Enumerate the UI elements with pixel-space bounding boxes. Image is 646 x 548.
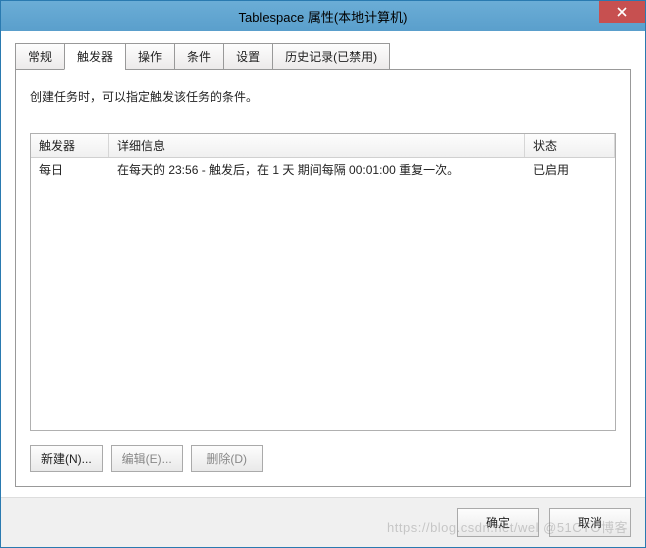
tab-actions[interactable]: 操作 bbox=[125, 43, 175, 70]
properties-window: Tablespace 属性(本地计算机) 常规 触发器 操作 条件 设置 历史记… bbox=[0, 0, 646, 548]
dialog-footer: 确定 取消 bbox=[1, 497, 645, 547]
cell-detail: 在每天的 23:56 - 触发后，在 1 天 期间每隔 00:01:00 重复一… bbox=[109, 158, 525, 181]
action-row: 新建(N)... 编辑(E)... 删除(D) bbox=[30, 445, 616, 472]
tab-settings[interactable]: 设置 bbox=[223, 43, 273, 70]
titlebar: Tablespace 属性(本地计算机) bbox=[1, 1, 645, 31]
cell-trigger: 每日 bbox=[31, 158, 109, 181]
tabs: 常规 触发器 操作 条件 设置 历史记录(已禁用) bbox=[15, 43, 631, 70]
ok-button[interactable]: 确定 bbox=[457, 508, 539, 537]
list-row[interactable]: 每日 在每天的 23:56 - 触发后，在 1 天 期间每隔 00:01:00 … bbox=[31, 158, 615, 181]
tab-general[interactable]: 常规 bbox=[15, 43, 65, 70]
tab-history[interactable]: 历史记录(已禁用) bbox=[272, 43, 390, 70]
edit-button[interactable]: 编辑(E)... bbox=[111, 445, 183, 472]
window-title: Tablespace 属性(本地计算机) bbox=[238, 7, 407, 26]
cancel-button[interactable]: 取消 bbox=[549, 508, 631, 537]
col-header-status[interactable]: 状态 bbox=[525, 134, 615, 157]
tab-conditions[interactable]: 条件 bbox=[174, 43, 224, 70]
delete-button[interactable]: 删除(D) bbox=[191, 445, 263, 472]
col-header-trigger[interactable]: 触发器 bbox=[31, 134, 109, 157]
list-header: 触发器 详细信息 状态 bbox=[31, 134, 615, 158]
tab-page: 创建任务时，可以指定触发该任务的条件。 触发器 详细信息 状态 每日 在每天的 … bbox=[15, 69, 631, 487]
client-area: 常规 触发器 操作 条件 设置 历史记录(已禁用) 创建任务时，可以指定触发该任… bbox=[1, 31, 645, 497]
tab-triggers[interactable]: 触发器 bbox=[64, 43, 126, 70]
new-button[interactable]: 新建(N)... bbox=[30, 445, 103, 472]
close-icon bbox=[617, 5, 627, 20]
cell-status: 已启用 bbox=[525, 158, 615, 181]
col-header-detail[interactable]: 详细信息 bbox=[109, 134, 525, 157]
page-description: 创建任务时，可以指定触发该任务的条件。 bbox=[30, 88, 616, 105]
trigger-list[interactable]: 触发器 详细信息 状态 每日 在每天的 23:56 - 触发后，在 1 天 期间… bbox=[30, 133, 616, 431]
list-body: 每日 在每天的 23:56 - 触发后，在 1 天 期间每隔 00:01:00 … bbox=[31, 158, 615, 430]
window-close-button[interactable] bbox=[599, 1, 645, 23]
